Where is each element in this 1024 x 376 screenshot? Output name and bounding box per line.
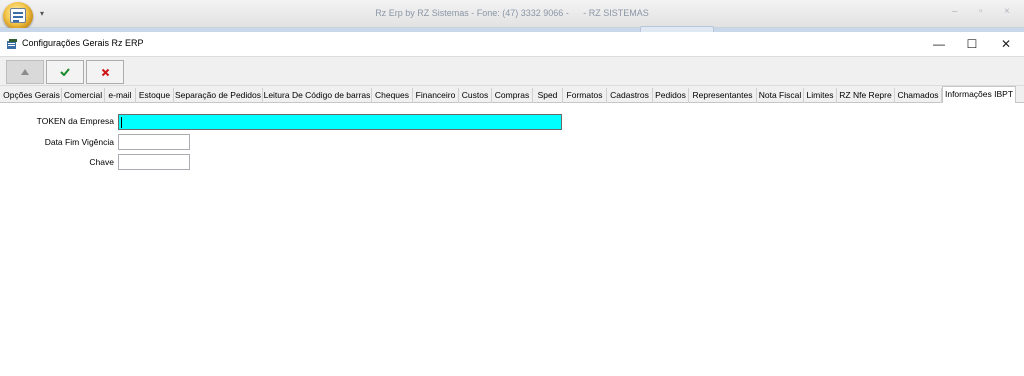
tab-limites[interactable]: Limites bbox=[804, 88, 837, 103]
tab-comercial[interactable]: Comercial bbox=[62, 88, 105, 103]
window-close-button[interactable]: ✕ bbox=[991, 34, 1021, 54]
window-maximize-button[interactable]: ☐ bbox=[957, 34, 987, 54]
tab-sped[interactable]: Sped bbox=[533, 88, 563, 103]
checkmark-icon bbox=[60, 68, 70, 76]
data-fim-vigencia-input[interactable] bbox=[118, 134, 190, 150]
tab-formatos[interactable]: Formatos bbox=[563, 88, 607, 103]
confirm-button[interactable] bbox=[46, 60, 84, 84]
tab-informacoes-ibpt[interactable]: Informações IBPT bbox=[942, 86, 1016, 104]
tab-cadastros[interactable]: Cadastros bbox=[607, 88, 653, 103]
tab-estoque[interactable]: Estoque bbox=[136, 88, 174, 103]
tab-rz-nfe-repre[interactable]: RZ Nfe Repre bbox=[837, 88, 895, 103]
tab-representantes[interactable]: Representantes bbox=[689, 88, 757, 103]
tab-compras[interactable]: Compras bbox=[492, 88, 533, 103]
cancel-button[interactable] bbox=[86, 60, 124, 84]
token-input[interactable] bbox=[118, 114, 562, 130]
window-titlebar: Configurações Gerais Rz ERP — ☐ ✕ bbox=[0, 32, 1024, 56]
tab-custos[interactable]: Custos bbox=[459, 88, 492, 103]
app-title-sub: - RZ SISTEMAS bbox=[583, 8, 649, 18]
app-title: Rz Erp by RZ Sistemas - Fone: (47) 3332 … bbox=[0, 8, 1024, 18]
token-label: TOKEN da Empresa bbox=[36, 116, 114, 126]
x-icon bbox=[101, 68, 109, 76]
window-title: Configurações Gerais Rz ERP bbox=[22, 38, 144, 48]
chave-input[interactable] bbox=[118, 154, 190, 170]
tab-leitura-codigo-barras[interactable]: Leitura De Código de barras bbox=[263, 88, 372, 103]
chave-label: Chave bbox=[89, 157, 114, 167]
window-minimize-button[interactable]: — bbox=[924, 34, 954, 54]
toolbar bbox=[0, 56, 1024, 86]
app-minimize-button[interactable]: – bbox=[952, 6, 958, 17]
window-app-icon bbox=[7, 39, 17, 49]
app-title-main: Rz Erp by RZ Sistemas - Fone: (47) 3332 … bbox=[375, 8, 569, 18]
tab-pedidos[interactable]: Pedidos bbox=[653, 88, 689, 103]
tab-separacao-de-pedidos[interactable]: Separação de Pedidos bbox=[174, 88, 263, 103]
data-fim-vigencia-label: Data Fim Vigência bbox=[44, 137, 114, 147]
app-restore-button[interactable]: ▫ bbox=[979, 6, 983, 17]
tab-cheques[interactable]: Cheques bbox=[372, 88, 413, 103]
tab-financeiro[interactable]: Financeiro bbox=[413, 88, 459, 103]
up-button[interactable] bbox=[6, 60, 44, 84]
tab-opcoes-gerais[interactable]: Opções Gerais bbox=[2, 88, 62, 103]
settings-tabs: Opções Gerais Comercial e-mail Estoque S… bbox=[0, 86, 1024, 104]
tab-email[interactable]: e-mail bbox=[105, 88, 136, 103]
text-caret bbox=[121, 117, 122, 128]
app-close-button[interactable]: × bbox=[1004, 6, 1010, 17]
app-titlebar: ▾ Rz Erp by RZ Sistemas - Fone: (47) 333… bbox=[0, 0, 1024, 30]
tab-chamados[interactable]: Chamados bbox=[895, 88, 942, 103]
tab-nota-fiscal[interactable]: Nota Fiscal bbox=[757, 88, 804, 103]
triangle-up-icon bbox=[21, 69, 29, 75]
